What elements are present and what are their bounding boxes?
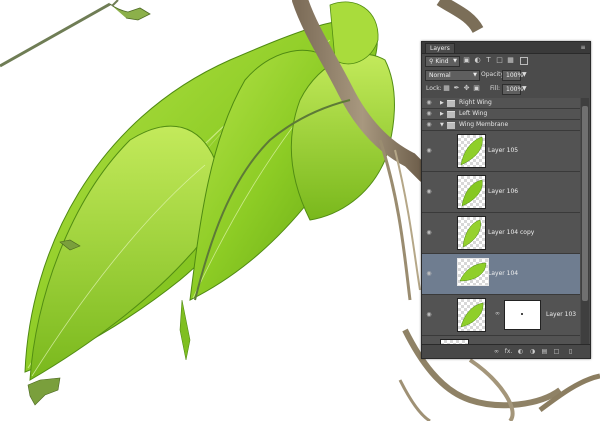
lock-row: Lock: ▦ ✒ ✥ ▣ Fill: 100% ▼: [422, 83, 590, 95]
layer-row[interactable]: ◉ ∞ Layer 103: [422, 295, 580, 336]
layer-row[interactable]: ◉ Layer 105: [422, 131, 580, 172]
lock-transparency-icon[interactable]: ▦: [442, 84, 451, 93]
lock-all-icon[interactable]: ▣: [472, 84, 481, 93]
layer-name: Layer 105: [488, 147, 519, 154]
layers-panel: Layers ≡ ⚲ Kind ▼ ▣ ◐ T □ ▦ Normal ▼ Opa…: [421, 41, 591, 359]
fill-field[interactable]: 100%: [502, 84, 524, 95]
opacity-arrow-icon[interactable]: ▼: [522, 70, 527, 80]
eye-icon[interactable]: ◉: [425, 110, 433, 118]
folder-icon: [447, 100, 455, 107]
trash-icon[interactable]: ▯: [566, 347, 575, 356]
fill-value: 100%: [506, 86, 524, 93]
layer-row-selected[interactable]: ◉ Layer 104: [422, 254, 580, 295]
add-mask-icon[interactable]: ◐: [516, 347, 525, 356]
scrollbar-thumb[interactable]: [582, 106, 588, 301]
panel-menu-icon[interactable]: ≡: [579, 44, 587, 51]
layer-group-wing-membrane[interactable]: ◉ ▼ Wing Membrane: [422, 120, 580, 131]
layer-thumbnail: [457, 134, 486, 168]
lock-paint-icon[interactable]: ✒: [452, 84, 461, 93]
layer-row-partial[interactable]: [422, 336, 580, 344]
group-name: Wing Membrane: [459, 121, 509, 128]
smart-object-filter-icon[interactable]: ▦: [506, 56, 515, 65]
top-stem: [0, 0, 151, 68]
image-filter-icon[interactable]: ▣: [462, 56, 471, 65]
type-filter-icon[interactable]: T: [484, 56, 493, 65]
eye-icon[interactable]: ◉: [425, 188, 433, 196]
eye-icon[interactable]: ◉: [425, 147, 433, 155]
chevron-right-icon[interactable]: ▶: [440, 99, 444, 107]
eye-icon[interactable]: ◉: [425, 121, 433, 129]
filter-kind-dropdown[interactable]: ⚲ Kind ▼: [425, 56, 460, 67]
layers-bottom-toolbar: ∞ fx. ◐ ◑ ▤ □ ▯: [422, 344, 590, 358]
layer-group-left-wing[interactable]: ◉ ▶ Left Wing: [422, 109, 580, 120]
folder-icon: [447, 122, 455, 129]
layer-mask-thumbnail[interactable]: [504, 300, 541, 330]
layer-name: Layer 103: [546, 311, 577, 318]
layers-scrollbar[interactable]: [581, 98, 589, 344]
layer-row[interactable]: ◉ Layer 104 copy: [422, 213, 580, 254]
new-group-icon[interactable]: ▤: [540, 347, 549, 356]
shape-filter-icon[interactable]: □: [495, 56, 504, 65]
fx-icon[interactable]: fx.: [504, 347, 513, 356]
opacity-value: 100%: [506, 72, 524, 79]
layer-name: Layer 104 copy: [488, 229, 535, 236]
blend-mode-dropdown[interactable]: Normal ▼: [425, 70, 480, 81]
mask-dot: [521, 313, 523, 315]
chevron-down-icon[interactable]: ▼: [440, 121, 444, 129]
link-layers-icon[interactable]: ∞: [492, 347, 501, 356]
filter-kind-label: Kind: [435, 58, 449, 65]
adjustment-layer-icon[interactable]: ◑: [528, 347, 537, 356]
group-name: Left Wing: [459, 110, 488, 117]
filter-row: ⚲ Kind ▼ ▣ ◐ T □ ▦: [422, 55, 590, 67]
layer-thumbnail: [457, 298, 486, 332]
layer-name: Layer 104: [488, 270, 519, 277]
panel-titlebar: Layers ≡: [422, 42, 590, 54]
filter-toggle[interactable]: [520, 57, 528, 65]
lock-label: Lock:: [426, 85, 442, 92]
new-layer-icon[interactable]: □: [552, 347, 561, 356]
fill-arrow-icon[interactable]: ▼: [522, 84, 527, 94]
eye-icon[interactable]: ◉: [425, 229, 433, 237]
eye-icon[interactable]: ◉: [425, 99, 433, 107]
folder-icon: [447, 111, 455, 118]
chevron-down-icon: ▼: [473, 72, 477, 78]
layer-row[interactable]: ◉ Layer 106: [422, 172, 580, 213]
adjustment-filter-icon[interactable]: ◐: [473, 56, 482, 65]
layer-group-right-wing[interactable]: ◉ ▶ Right Wing: [422, 98, 580, 109]
layer-thumbnail: [457, 258, 489, 286]
tab-layers[interactable]: Layers: [425, 43, 455, 53]
eye-icon[interactable]: ◉: [425, 270, 433, 278]
search-icon: ⚲: [429, 58, 434, 65]
blend-row: Normal ▼ Opacity: 100% ▼: [422, 69, 590, 81]
fill-label: Fill:: [490, 85, 501, 92]
chevron-right-icon[interactable]: ▶: [440, 110, 444, 118]
chevron-down-icon: ▼: [453, 58, 457, 64]
layer-thumbnail: [457, 175, 486, 209]
layer-name: Layer 106: [488, 188, 519, 195]
mask-link-icon[interactable]: ∞: [495, 310, 500, 317]
lock-move-icon[interactable]: ✥: [462, 84, 471, 93]
blend-mode-label: Normal: [429, 72, 451, 79]
layers-list: ◉ ▶ Right Wing ◉ ▶ Left Wing ◉ ▼ Wing Me…: [422, 98, 580, 344]
layer-thumbnail: [457, 216, 486, 250]
opacity-field[interactable]: 100%: [502, 70, 524, 81]
eye-icon[interactable]: ◉: [425, 311, 433, 319]
group-name: Right Wing: [459, 99, 492, 106]
